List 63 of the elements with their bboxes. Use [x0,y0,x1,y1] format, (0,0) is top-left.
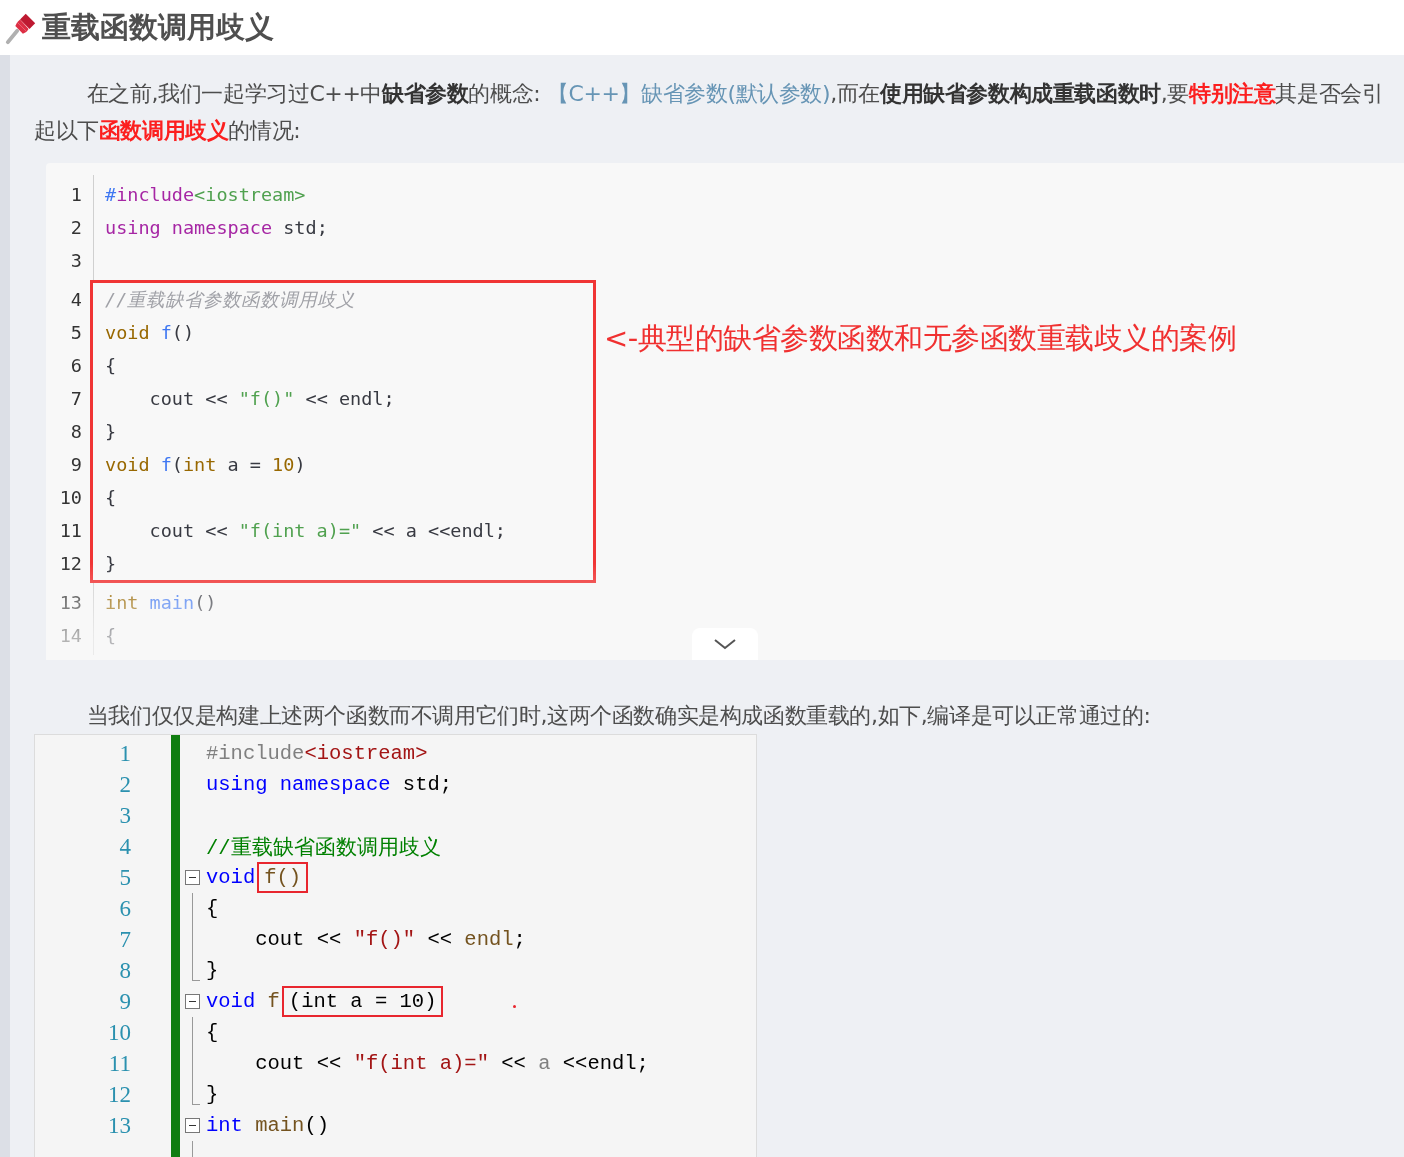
line-number: 7 [69,387,82,411]
line-number: 8 [118,957,131,984]
annotation-text: <-典型的缺省参数函数和无参函数重载歧义的案例 [604,320,1237,357]
line-number: 12 [107,1081,131,1108]
intro-paragraph: 在之前,我们一起学习过C++中缺省参数的概念: 【C++】缺省参数(默认参数),而在使用缺省参数构成重载函数时,要特别注意其是否会引起以下函数调用歧义的情况: [34,80,1385,145]
line-number: 12 [58,552,82,576]
code-line: int main() [206,1114,330,1137]
code-line: cout << "f(int a)=" << a <<endl; [254,1052,649,1075]
line-number: 5 [118,864,131,891]
line-number: 11 [107,1050,131,1077]
code-line: { [105,355,117,376]
collapse-icon[interactable] [185,994,200,1009]
code-line: void f() [105,322,195,343]
line-number: 5 [69,321,82,345]
code-line: //重载缺省函数调用歧义 [206,835,441,861]
code-line: using namespace std; [105,217,328,238]
code-line: void f() [206,862,311,893]
code-line: #include<iostream> [206,742,428,765]
line-number: 7 [118,926,131,953]
code-line: } [206,1083,219,1106]
collapse-icon[interactable] [185,870,200,885]
line-number: 11 [58,519,82,543]
code-line: } [105,421,117,442]
collapse-icon[interactable] [185,1118,200,1133]
line-number: 10 [58,486,82,510]
line-number: 14 [58,624,82,648]
line-number: 6 [69,354,82,378]
line-number: 13 [107,1112,131,1139]
code-line: { [105,487,117,508]
code-line: } [105,553,117,574]
line-number: 2 [118,771,131,798]
line-number: 13 [58,591,82,615]
dot-mark [513,1005,516,1008]
explanation-paragraph: 当我们仅仅是构建上述两个函数而不调用它们时,这两个函数确实是构成函数重载的,如下,编译是可以正常通过的: [85,702,1152,730]
code-line: cout << "f()" << endl; [254,928,526,951]
section-title: 重载函数调用歧义 [42,8,274,46]
code-line: void f(int a = 10) [105,454,306,475]
code-line: { [206,897,219,920]
line-number: 9 [69,453,82,477]
code-line: { [206,1021,219,1044]
expand-button[interactable] [692,628,758,660]
line-number: 4 [118,833,131,860]
chevron-icon [713,638,737,650]
code-line: #include<iostream> [105,184,306,205]
code-line: void f (int a = 10) [206,986,446,1017]
line-number: 4 [69,288,82,312]
line-number: 6 [118,895,131,922]
line-number: 3 [118,802,131,829]
line-number: 3 [69,249,82,273]
line-number: 9 [118,988,131,1015]
line-number: 8 [69,420,82,444]
line-number: 2 [69,216,82,240]
line-number: 1 [118,740,131,767]
code-line: using namespace std; [206,773,453,796]
code-line: cout << "f()" << endl; [148,388,395,409]
code-line: int main() [105,592,217,613]
line-number: 10 [107,1019,131,1046]
code-line: //重载缺省参数函数调用歧义 [105,289,356,310]
code-line: } [206,959,219,982]
code-line: cout << "f(int a)=" << a <<endl; [148,520,506,541]
article-link[interactable]: 【C++】缺省参数(默认参数) [546,81,831,106]
code-line: { [105,625,117,646]
line-number: 1 [69,183,82,207]
